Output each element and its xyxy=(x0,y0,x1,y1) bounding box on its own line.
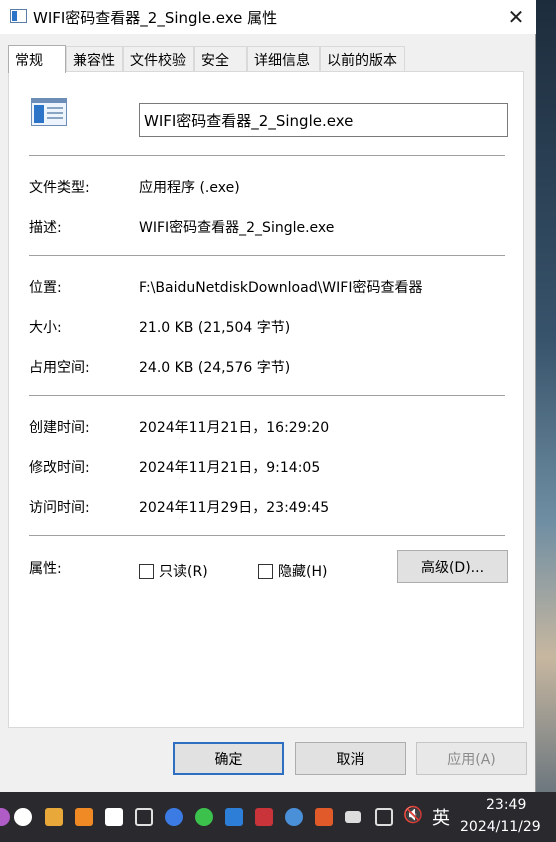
clock-date[interactable]: 2024/11/29 xyxy=(460,819,541,835)
location-value: F:\BaiduNetdiskDownload\WIFI密码查看器 xyxy=(139,280,423,296)
tab-general[interactable]: 常规 xyxy=(8,45,66,73)
dolby-icon[interactable] xyxy=(105,808,123,826)
file-type-value: 应用程序 (.exe) xyxy=(139,180,240,196)
size-value: 21.0 KB (21,504 字节) xyxy=(139,320,291,336)
created-label: 创建时间: xyxy=(29,420,90,436)
readonly-checkbox-box[interactable] xyxy=(139,563,154,579)
media-icon[interactable] xyxy=(315,808,333,826)
apply-button[interactable]: 应用(A) xyxy=(416,742,527,775)
modified-label: 修改时间: xyxy=(29,460,90,476)
description-value: WIFI密码查看器_2_Single.exe xyxy=(139,220,335,236)
browser-icon[interactable] xyxy=(225,808,243,826)
block-app-icon[interactable] xyxy=(255,808,273,826)
properties-window: WIFI密码查看器_2_Single.exe 属性 ✕ 常规 兼容性 文件校验 … xyxy=(0,0,536,792)
ime-indicator[interactable]: 英 xyxy=(432,804,450,830)
code-app-icon[interactable] xyxy=(14,808,32,826)
hidden-checkbox-box[interactable] xyxy=(258,563,273,579)
tab-file-checksum[interactable]: 文件校验 xyxy=(123,46,194,72)
separator xyxy=(29,155,505,156)
general-panel: 文件类型: 应用程序 (.exe) 描述: WIFI密码查看器_2_Single… xyxy=(8,71,524,728)
app-icon[interactable] xyxy=(0,808,10,826)
ok-button[interactable]: 确定 xyxy=(173,742,284,775)
modified-value: 2024年11月21日，9:14:05 xyxy=(139,460,321,476)
application-icon xyxy=(31,98,67,126)
separator xyxy=(29,255,505,256)
accessed-value: 2024年11月29日，23:49:45 xyxy=(139,500,330,516)
shield-icon[interactable] xyxy=(75,808,93,826)
tab-details[interactable]: 详细信息 xyxy=(247,46,320,72)
attributes-label: 属性: xyxy=(29,561,62,577)
readonly-checkbox[interactable]: 只读(R) xyxy=(139,561,208,581)
monitor-icon[interactable] xyxy=(375,808,393,826)
hidden-checkbox[interactable]: 隐藏(H) xyxy=(258,561,327,581)
tab-compatibility[interactable]: 兼容性 xyxy=(66,46,123,72)
file-name-input[interactable] xyxy=(139,103,508,137)
advanced-button[interactable]: 高级(D)... xyxy=(397,550,508,583)
battery-icon[interactable] xyxy=(345,811,361,823)
description-label: 描述: xyxy=(29,220,62,236)
separator xyxy=(29,535,505,536)
hidden-checkbox-label: 隐藏(H) xyxy=(278,564,328,580)
title-bar[interactable]: WIFI密码查看器_2_Single.exe 属性 ✕ xyxy=(0,0,536,34)
tab-security[interactable]: 安全 xyxy=(194,46,247,72)
readonly-checkbox-label: 只读(R) xyxy=(159,564,208,580)
cancel-button[interactable]: 取消 xyxy=(295,742,406,775)
location-label: 位置: xyxy=(29,280,62,296)
app-icon xyxy=(10,9,27,23)
volume-muted-icon[interactable]: 🔇 xyxy=(403,805,423,824)
created-value: 2024年11月21日，16:29:20 xyxy=(139,420,330,436)
window-title: WIFI密码查看器_2_Single.exe 属性 xyxy=(33,9,278,27)
close-button[interactable]: ✕ xyxy=(496,0,536,34)
window-switch-icon[interactable] xyxy=(135,808,153,826)
separator xyxy=(29,395,505,396)
size-on-disk-value: 24.0 KB (24,576 字节) xyxy=(139,360,291,376)
size-label: 大小: xyxy=(29,320,62,336)
size-on-disk-label: 占用空间: xyxy=(29,360,90,376)
wechat-icon[interactable] xyxy=(195,808,213,826)
tab-previous-versions[interactable]: 以前的版本 xyxy=(320,46,405,72)
network-app-icon[interactable] xyxy=(285,808,303,826)
accessed-label: 访问时间: xyxy=(29,500,90,516)
folder-icon[interactable] xyxy=(45,808,63,826)
taskbar: 🔇 英 23:49 2024/11/29 xyxy=(0,792,556,842)
file-type-label: 文件类型: xyxy=(29,180,90,196)
clock-time[interactable]: 23:49 xyxy=(486,797,526,813)
cloud-icon[interactable] xyxy=(165,808,183,826)
